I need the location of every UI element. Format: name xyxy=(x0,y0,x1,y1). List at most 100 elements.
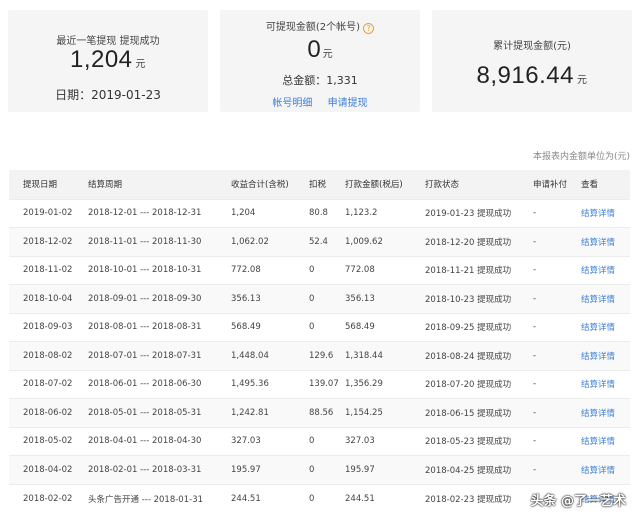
settlement-details-link[interactable]: 结算详情 xyxy=(567,198,630,228)
cell-payout-amount: 327.03 xyxy=(331,426,411,456)
cell-tax: 129.6 xyxy=(295,341,333,370)
table-row: 2018-08-02 2018-07-01 --- 2018-07-31 1,448… xyxy=(9,341,630,370)
available-balance-header: 可提现金额(2个帐号)? xyxy=(220,18,420,34)
account-details-link[interactable]: 帐号明细 xyxy=(272,98,312,109)
settlement-details-link[interactable]: 结算详情 xyxy=(567,426,630,456)
cell-payout-status: 2018-02-23 提现成功 xyxy=(411,483,519,513)
cell-payout-amount: 1,009.62 xyxy=(331,227,411,256)
cell-withdraw-date: 2018-07-02 xyxy=(9,369,74,399)
help-icon[interactable]: ? xyxy=(363,23,375,34)
cell-income-total: 1,495.36 xyxy=(217,369,295,399)
cell-settlement-period: 2018-08-01 --- 2018-08-31 xyxy=(74,312,217,342)
cell-payout-status: 2018-04-25 提现成功 xyxy=(411,455,519,484)
header-withdraw-date: 提现日期 xyxy=(9,170,74,199)
cell-tax: 88.56 xyxy=(295,398,333,427)
cell-payout-status: 2018-09-25 提现成功 xyxy=(411,312,519,342)
cell-withdraw-date: 2018-11-02 xyxy=(9,255,74,285)
cell-income-total: 1,204 xyxy=(217,198,295,228)
cell-payout-amount: 195.97 xyxy=(331,455,411,484)
table-row: 2018-12-02 2018-11-01 --- 2018-11-30 1,062… xyxy=(9,227,630,256)
header-payout-amount: 打款金额(税后) xyxy=(331,170,411,199)
latest-withdrawal-label: 最近一笔提现 提现成功 xyxy=(56,36,160,47)
header-view: 查看 xyxy=(567,170,630,199)
latest-amount-value: 1,204 xyxy=(69,46,133,73)
cell-income-total: 772.08 xyxy=(217,255,295,285)
cell-tax: 139.07 xyxy=(295,369,339,399)
latest-withdrawal-amount: 1,204 元 xyxy=(8,46,208,74)
settlement-details-link[interactable]: 结算详情 xyxy=(567,284,630,313)
watermark: 头条 @了一艺术 xyxy=(530,494,626,509)
cell-payout-amount: 244.51 xyxy=(331,483,411,513)
cell-payout-amount: 1,318.44 xyxy=(331,341,411,370)
cell-tax: 0 xyxy=(295,284,331,313)
cell-settlement-period: 2018-02-01 --- 2018-03-31 xyxy=(74,455,217,484)
cell-payout-status: 2018-08-24 提现成功 xyxy=(411,341,519,370)
settlement-details-link[interactable]: 结算详情 xyxy=(567,369,630,399)
cell-income-total: 1,448.04 xyxy=(217,341,295,370)
cell-income-total: 1,242.81 xyxy=(217,398,295,427)
cell-supplement: - xyxy=(519,398,567,427)
available-balance-amount: 0元 xyxy=(220,36,420,64)
cell-supplement: - xyxy=(519,198,567,228)
cell-settlement-period: 头条广告开通 --- 2018-01-31 xyxy=(74,483,217,513)
cell-withdraw-date: 2018-04-02 xyxy=(9,455,74,484)
table-header-row: 提现日期 结算周期 收益合计(含税) 扣税 打款金额(税后) 打款状态 申请补付 查看 xyxy=(9,170,630,199)
cell-income-total: 356.13 xyxy=(217,284,295,313)
table-row: 2018-11-02 2018-10-01 --- 2018-10-31 772.0… xyxy=(9,255,630,285)
header-supplement: 申请补付 xyxy=(519,170,567,199)
settlement-details-link[interactable]: 结算详情 xyxy=(567,398,630,427)
settlement-details-link[interactable]: 结算详情 xyxy=(567,255,630,285)
table-row: 2018-06-02 2018-05-01 --- 2018-05-31 1,242… xyxy=(9,398,630,427)
header-income-total: 收益合计(含税) xyxy=(217,170,295,199)
cell-settlement-period: 2018-07-01 --- 2018-07-31 xyxy=(74,341,217,370)
unit-note: 本报表内金额单位为(元) xyxy=(532,152,630,162)
cell-income-total: 327.03 xyxy=(217,426,295,456)
cell-withdraw-date: 2018-02-02 xyxy=(9,483,74,513)
cell-tax: 0 xyxy=(295,455,331,484)
cumulative-amount-unit: 元 xyxy=(576,75,588,86)
cell-payout-status: 2018-07-20 提现成功 xyxy=(411,369,519,399)
cell-settlement-period: 2018-05-01 --- 2018-05-31 xyxy=(74,398,217,427)
table-row: 2019-01-02 2018-12-01 --- 2018-12-31 1,204… xyxy=(9,198,630,228)
cell-settlement-period: 2018-11-01 --- 2018-11-30 xyxy=(74,227,217,256)
cell-payout-amount: 772.08 xyxy=(331,255,411,285)
available-balance-links: 帐号明细 申请提现 xyxy=(220,94,420,109)
cell-supplement: - xyxy=(519,369,567,399)
cell-withdraw-date: 2019-01-02 xyxy=(9,198,74,228)
cumulative-withdrawal-label: 累计提现金额(元) xyxy=(493,41,571,52)
table-row: 2018-09-03 2018-08-01 --- 2018-08-31 568.4… xyxy=(9,312,630,342)
cell-settlement-period: 2018-10-01 --- 2018-10-31 xyxy=(74,255,217,285)
cell-supplement: - xyxy=(519,426,567,456)
cell-withdraw-date: 2018-12-02 xyxy=(9,227,74,256)
settlement-details-link[interactable]: 结算详情 xyxy=(567,227,630,256)
cell-payout-status: 2018-10-23 提现成功 xyxy=(411,284,519,313)
apply-withdrawal-link[interactable]: 申请提现 xyxy=(328,98,368,109)
latest-withdrawal-date: 日期：2019-01-23 xyxy=(55,88,161,102)
latest-withdrawal-card: 最近一笔提现 提现成功 1,204 元 日期：2019-01-23 xyxy=(8,10,208,112)
cumulative-amount-value: 8,916.44 xyxy=(476,62,574,89)
header-payout-status: 打款状态 xyxy=(411,170,519,199)
cell-supplement: - xyxy=(519,284,567,313)
cell-settlement-period: 2018-04-01 --- 2018-04-30 xyxy=(74,426,217,456)
table-row: 2018-07-02 2018-06-01 --- 2018-06-30 1,495… xyxy=(9,369,630,399)
cell-income-total: 1,062.02 xyxy=(217,227,295,256)
cell-payout-amount: 1,154.25 xyxy=(331,398,411,427)
settlement-details-link[interactable]: 结算详情 xyxy=(567,455,630,484)
total-amount: 总金额：1,331 xyxy=(282,74,358,87)
cell-supplement: - xyxy=(519,455,567,484)
table-row: 2018-04-02 2018-02-01 --- 2018-03-31 195.9… xyxy=(9,455,630,484)
available-balance-card: 可提现金额(2个帐号)? 0元 总金额：1,331 帐号明细 申请提现 xyxy=(220,10,420,112)
table-row: 2018-10-04 2018-09-01 --- 2018-09-30 356.1… xyxy=(9,284,630,313)
cell-settlement-period: 2018-09-01 --- 2018-09-30 xyxy=(74,284,217,313)
cell-payout-status: 2019-01-23 提现成功 xyxy=(411,198,519,228)
available-amount-value: 0 xyxy=(307,36,321,63)
settlement-details-link[interactable]: 结算详情 xyxy=(567,341,630,370)
cell-settlement-period: 2018-06-01 --- 2018-06-30 xyxy=(74,369,217,399)
settlement-details-link[interactable]: 结算详情 xyxy=(567,312,630,342)
cell-payout-amount: 1,356.29 xyxy=(331,369,411,399)
cell-settlement-period: 2018-12-01 --- 2018-12-31 xyxy=(74,198,217,228)
latest-amount-unit: 元 xyxy=(135,59,147,70)
cell-tax: 52.4 xyxy=(295,227,331,256)
cell-payout-status: 2018-05-23 提现成功 xyxy=(411,426,519,456)
cell-payout-amount: 568.49 xyxy=(331,312,411,342)
